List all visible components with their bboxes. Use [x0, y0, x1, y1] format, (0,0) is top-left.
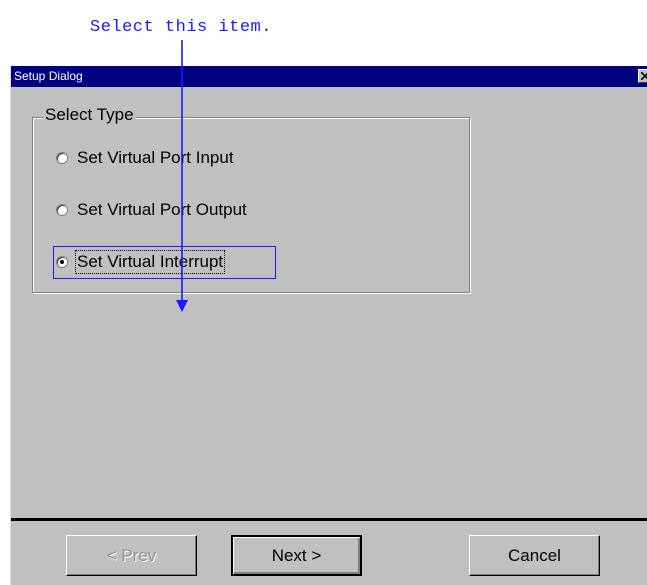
arrow-down-icon [176, 40, 188, 312]
